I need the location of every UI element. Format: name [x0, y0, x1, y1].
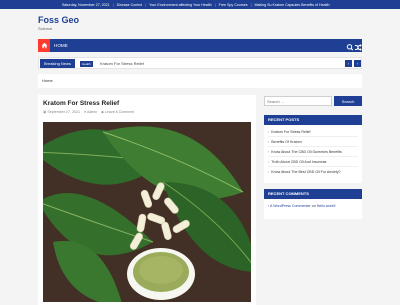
random-post-button[interactable] [354, 40, 362, 51]
kratom-leaves-image [43, 122, 251, 302]
topbar-link-3[interactable]: Free Spy Courses [219, 3, 248, 7]
arrow-right-icon: › [268, 150, 270, 154]
comment-icon: ◆ [101, 110, 104, 114]
ticker-next-button[interactable]: › [354, 60, 361, 67]
home-icon [41, 42, 47, 49]
breadcrumb: Home [38, 74, 362, 88]
recent-comments-widget: RECENT COMMENTS › A WordPress Commenter … [264, 189, 362, 219]
search-icon [346, 44, 354, 51]
recent-post-item[interactable]: › Truth About CBD Oil And Insomnia [268, 157, 358, 167]
arrow-right-icon: › [268, 170, 270, 174]
chevron-right-icon: › [356, 61, 359, 66]
breadcrumb-home[interactable]: Home [42, 78, 53, 83]
search-input[interactable] [264, 96, 332, 106]
home-icon-button[interactable] [38, 39, 50, 52]
post-featured-image[interactable] [43, 122, 251, 302]
chevron-left-icon: ‹ [347, 61, 350, 66]
ticker-category-badge[interactable]: Health [80, 60, 93, 67]
ticker-headline[interactable]: Kratom For Stress Relief [100, 58, 144, 69]
topbar-link-1[interactable]: Disease Control [117, 3, 143, 7]
shuffle-icon [355, 44, 362, 51]
main-navigation: HOME [38, 39, 362, 52]
breaking-news-ticker: Breaking News Health Kratom For Stress R… [38, 57, 362, 69]
post-meta: ▣ September 27, 2021 ● Admin ◆ Leave A C… [43, 110, 134, 114]
post-date[interactable]: September 27, 2021 [47, 110, 80, 114]
ticker-prev-button[interactable]: ‹ [345, 60, 352, 67]
post-card: Kratom For Stress Relief ▣ September 27,… [38, 95, 256, 305]
top-bar: Saturday, November 27, 2021 | Disease Co… [0, 0, 400, 9]
post-title[interactable]: Kratom For Stress Relief [43, 100, 119, 107]
breaking-news-label: Breaking News [40, 59, 75, 68]
recent-post-item[interactable]: › Benefits Of Kratom [268, 137, 358, 147]
nav-item-home[interactable]: HOME [54, 39, 68, 52]
recent-post-item[interactable]: › Know About The CBD Oil Gummies Benefits [268, 147, 358, 157]
site-title[interactable]: Foss Geo [38, 15, 79, 25]
topbar-date: Saturday, November 27, 2021 [62, 2, 110, 7]
comment-author[interactable]: A WordPress Commenter [270, 204, 311, 208]
topbar-link-4[interactable]: Making Su Kratom Capsules Benefits of He… [255, 3, 330, 7]
arrow-right-icon: › [268, 160, 270, 164]
site-tagline: Science [38, 26, 53, 31]
post-comments-link[interactable]: Leave A Comment [105, 110, 134, 114]
calendar-icon: ▣ [43, 110, 47, 114]
search-toggle-button[interactable] [346, 40, 354, 51]
comment-post-link[interactable]: Hello world! [317, 204, 336, 208]
post-author[interactable]: Admin [87, 110, 97, 114]
recent-comments-heading: RECENT COMMENTS [264, 189, 362, 199]
arrow-right-icon: › [268, 130, 270, 134]
recent-post-item[interactable]: › Know About The Best CBD Oil For Anxiety… [268, 167, 358, 177]
sidebar-search-form: Search [264, 96, 362, 106]
search-button[interactable]: Search [334, 96, 362, 106]
site-branding: Foss Geo Science [38, 15, 79, 31]
arrow-right-icon: › [268, 140, 270, 144]
recent-post-item[interactable]: › Kratom For Stress Relief [268, 127, 358, 137]
topbar-link-2[interactable]: Your Environment affecting Your Health [149, 3, 212, 7]
recent-posts-widget: RECENT POSTS › Kratom For Stress Relief ›… [264, 115, 362, 183]
recent-posts-heading: RECENT POSTS [264, 115, 362, 125]
user-icon: ● [83, 110, 87, 114]
recent-comment-item: › A WordPress Commenter on Hello world! [268, 204, 336, 208]
